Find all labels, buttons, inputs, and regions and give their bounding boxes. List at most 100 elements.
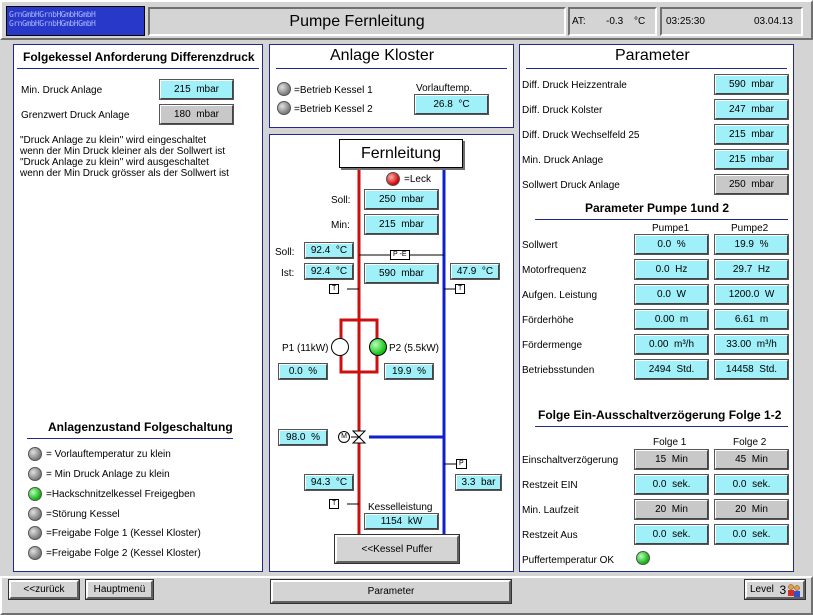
- pump2-header: Pumpe2: [731, 223, 769, 234]
- clock-time: 03:25:30: [666, 16, 705, 27]
- status-label-folge1: =Freigabe Folge 1 (Kessel Kloster): [46, 528, 201, 539]
- diff-druck-unit: mbar: [401, 268, 425, 279]
- param-label: Diff. Druck Wechselfeld 25: [522, 130, 640, 141]
- param-field-min-druck: 215 mbar: [714, 149, 789, 170]
- pump-unit: W: [764, 289, 775, 300]
- ist-temp-field: 92.4 °C: [304, 263, 354, 280]
- folge2-value: 0.0: [732, 479, 747, 490]
- pump-unit: %: [676, 239, 686, 250]
- folge-unit: Min: [671, 454, 688, 465]
- pump-unit: Hz: [757, 264, 771, 275]
- status-title: Anlagenzustand Folgeschaltung: [48, 420, 233, 434]
- ruecklauf-temp-unit: °C: [481, 266, 494, 277]
- druck-bar-unit: bar: [481, 477, 496, 488]
- min-druck-value-fl: 215: [378, 219, 396, 230]
- pump2-foerderhoehe-field: 6.61 m: [714, 309, 789, 330]
- p2-value-field: 19.9 %: [384, 363, 434, 380]
- pumps-title: Parameter Pumpe 1und 2: [585, 201, 730, 215]
- p2-unit: %: [417, 366, 426, 377]
- soll-druck-unit: mbar: [401, 194, 425, 205]
- pump1-icon[interactable]: [331, 338, 349, 356]
- title-box: Pumpe Fernleitung: [148, 7, 566, 36]
- folge2-min-laufzeit-field[interactable]: 20 Min: [714, 499, 789, 520]
- grenzwert-unit: mbar: [196, 109, 220, 120]
- folge-unit: Min: [671, 504, 688, 515]
- pump1-motorfrequenz-field: 0.0 Hz: [634, 259, 709, 280]
- folge-unit: Min: [751, 454, 768, 465]
- parameter-button[interactable]: Parameter: [270, 579, 512, 604]
- folge2-value: 20: [735, 504, 747, 515]
- pump1-value: 0.00: [648, 339, 669, 350]
- soll-temp-field: 92.4 °C: [304, 242, 354, 259]
- folge2-restzeit-ein-field: 0.0 sek.: [714, 474, 789, 495]
- folge-row-label: Restzeit EIN: [522, 480, 578, 491]
- leck-label: =Leck: [404, 174, 431, 185]
- param-field-sollwert-druck[interactable]: 250 mbar: [714, 174, 789, 195]
- pump1-value: 0.0: [655, 264, 670, 275]
- pump1-sollwert-field: 0.0 %: [634, 234, 709, 255]
- t-sensor-tag-right: T: [455, 284, 466, 294]
- param-unit: mbar: [751, 154, 775, 165]
- pump-row-label: Aufgen. Leistung: [522, 290, 598, 301]
- param-label: Min. Druck Anlage: [522, 155, 604, 166]
- note-line: wenn der Min Druck grösser als der Sollw…: [20, 168, 229, 179]
- at-label: AT:: [572, 16, 586, 27]
- note-line: wenn der Min Druck kleiner als der Sollw…: [20, 146, 226, 157]
- status-title-underline: [27, 438, 233, 439]
- status-lamp-vorlauf: [28, 447, 42, 461]
- folge-row-label: Min. Laufzeit: [522, 505, 579, 516]
- anlage-title: Anlage Kloster: [330, 47, 435, 64]
- folge1-min-laufzeit-field[interactable]: 20 Min: [634, 499, 709, 520]
- folge1-einschalt-field[interactable]: 15 Min: [634, 449, 709, 470]
- left-title-underline: [17, 68, 259, 69]
- folge2-einschalt-field[interactable]: 45 Min: [714, 449, 789, 470]
- kessel-temp-unit: °C: [335, 477, 348, 488]
- pump2-value: 29.7: [732, 264, 753, 275]
- valve-value-field: 98.0 %: [278, 429, 328, 446]
- p1-value: 0.0: [288, 366, 303, 377]
- valve-motor-icon[interactable]: M: [338, 431, 350, 443]
- at-value: -0.3: [606, 16, 624, 27]
- pump1-value: 0.0: [657, 289, 671, 300]
- ruecklauf-temp-field: 47.9 °C: [450, 263, 500, 280]
- pump-unit: m: [759, 314, 769, 325]
- p-sensor-tag: P: [456, 459, 467, 469]
- parameter-title-underline: [526, 68, 787, 69]
- status-label-vorlauf: = Vorlauftemperatur zu klein: [46, 449, 171, 460]
- param-label: Sollwert Druck Anlage: [522, 180, 620, 191]
- level-value: 3: [779, 582, 787, 597]
- min-druck-unit-fl: mbar: [401, 219, 425, 230]
- kessel-puffer-button[interactable]: <<Kessel Puffer: [334, 534, 460, 564]
- p1-unit: %: [308, 366, 318, 377]
- param-unit: mbar: [751, 129, 775, 140]
- soll-temp-label: Soll:: [275, 247, 295, 258]
- vorlauf-value: 26.8: [433, 99, 453, 110]
- pump2-value: 19.9: [734, 239, 754, 250]
- min-druck-value: 215: [173, 84, 191, 95]
- folge2-restzeit-aus-field: 0.0 sek.: [714, 524, 789, 545]
- soll-druck-label: Soll:: [331, 195, 351, 206]
- param-value: 215: [728, 154, 746, 165]
- status-label-stoerung: =Störung Kessel: [46, 509, 120, 520]
- ist-temp-label: Ist:: [281, 268, 295, 279]
- param-unit: mbar: [751, 104, 775, 115]
- datetime-box: 03:25:30 03.04.13: [660, 7, 803, 36]
- main-menu-button[interactable]: Hauptmenü: [85, 579, 154, 600]
- folge-title-underline: [535, 426, 788, 427]
- level-box[interactable]: Level 3: [744, 579, 806, 600]
- status-lamp-folge1: [28, 526, 42, 540]
- status-label-min-druck: = Min Druck Anlage zu klein: [46, 469, 170, 480]
- logo-text-line-1: GrnGmbHGrnbHGmbHGmbH: [9, 10, 96, 19]
- pump2-value: 6.61: [734, 314, 755, 325]
- diff-druck-field: 590 mbar: [364, 263, 439, 284]
- back-button[interactable]: <<zurück: [8, 579, 80, 600]
- grenzwert-field[interactable]: 180 mbar: [159, 104, 234, 125]
- logo-text-line-2: GrnGmbHGrnbHGmbHGmbH: [9, 19, 96, 28]
- vorlauf-label: Vorlauftemp.: [416, 83, 473, 94]
- min-druck-field-fl: 215 mbar: [364, 214, 439, 235]
- pump1-foerdermenge-field: 0.00 m³/h: [634, 334, 709, 355]
- note-text: "Druck Anlage zu klein" wird eingeschalt…: [20, 135, 229, 179]
- pump-unit: m³/h: [756, 339, 777, 350]
- kessel1-label: =Betrieb Kessel 1: [294, 85, 373, 96]
- pump2-icon[interactable]: [369, 338, 387, 356]
